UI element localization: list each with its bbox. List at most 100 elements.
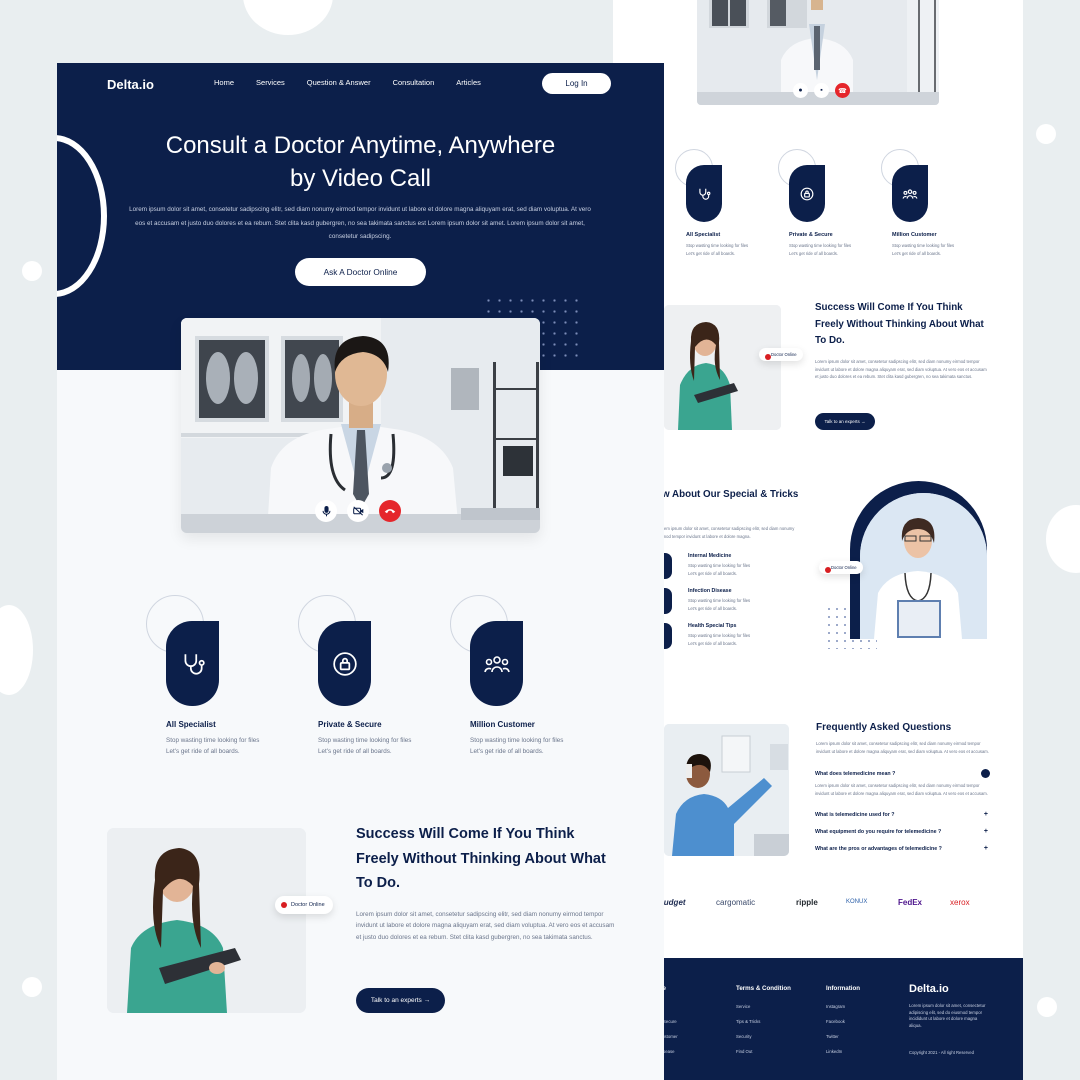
decor-ring [57,135,107,297]
tip-title: Internal Medicine [688,553,732,559]
brand-fedex: FedEx [898,898,923,907]
footer-link[interactable]: Find Out [736,1049,791,1054]
talk-to-experts-button[interactable]: Talk to an experts → [815,413,875,430]
nav-link-qa[interactable]: Question & Answer [307,78,371,87]
success-section: Doctor Online Success Will Come If You T… [57,826,664,1028]
call-controls: ● ▪ ☎ [793,83,850,98]
talk-to-experts-button[interactable]: Talk to an experts → [356,988,445,1013]
feature-title: Million Customer [892,232,937,238]
nurse-photo [107,828,306,1013]
footer-col-information: Information Instagram Facebook Twitter L… [826,985,861,1054]
features-row: All Specialist Stop wasting time looking… [57,595,664,758]
section-title: Know About Our Special & Tricks [643,489,799,500]
bg-circle [243,0,333,35]
stethoscope-icon [166,621,219,706]
section-title: Success Will Come If You Think Freely Wi… [356,826,606,891]
feature-desc: Stop wasting time looking for files Let's… [789,243,852,256]
phone-end-icon[interactable] [379,500,401,522]
footer-col-terms: Terms & Condition Service Tips & Tricks … [736,985,791,1054]
faq-question[interactable]: What are the pros or advantages of telem… [815,845,988,852]
partner-logos: Budget cargomatic ripple KONUX FedEx xer… [658,898,998,914]
logo[interactable]: Delta.io [107,77,154,92]
bg-circle [1037,997,1057,1017]
faq-question-open[interactable]: What does telemedicine mean ? [815,769,990,778]
nurse-photo [664,305,781,430]
faq-answer: Lorem ipsum dolor sit amet, consetetur s… [815,783,988,796]
camera-off-icon[interactable] [347,500,369,522]
section-body: Lorem ipsum dolor sit amet, consetetur s… [815,359,987,379]
status-badge: Doctor Online [819,561,863,574]
mic-icon[interactable] [315,500,337,522]
bg-circle [22,977,42,997]
footer: ce ist & Secure Customer Disease Terms &… [659,958,1023,1080]
arrow-right-icon: → [423,997,431,1004]
top-nav: Delta.io Home Services Question & Answer… [57,63,664,103]
video-call-preview: ● ▪ ☎ [697,0,939,105]
hero-title: Consult a Doctor Anytime, Anywhere by Vid… [165,132,556,192]
feature-title: Million Customer [470,720,535,729]
plus-icon[interactable]: + [984,828,988,835]
login-button[interactable]: Log In [542,73,611,94]
call-controls [315,500,401,522]
collapse-toggle-icon[interactable] [981,769,990,778]
stethoscope-icon [686,165,722,222]
page-preview-right: ● ▪ ☎ All Specialist Stop wasting time l… [613,0,1023,1080]
nurse-phone-photo [664,724,789,856]
users-icon [892,165,928,222]
section-body: Lorem ipsum dolor sit amet, consetetur s… [356,911,615,941]
tip-title: Health Special Tips [688,623,737,629]
camera-off-icon[interactable]: ▪ [814,83,829,98]
feature-title: Private & Secure [789,232,833,238]
status-badge: Doctor Online [759,348,803,361]
footer-link[interactable]: LinkedIn [826,1049,860,1054]
footer-link[interactable]: Facebook [826,1019,860,1024]
plus-icon[interactable]: + [984,811,988,818]
bg-circle [1046,505,1080,573]
plus-icon[interactable]: + [984,845,988,852]
feature-desc: Stop wasting time looking for files Let's… [166,737,260,755]
feature-title: All Specialist [166,720,216,729]
feature-title: All Specialist [686,232,721,238]
nav-links: Home Services Question & Answer Consulta… [214,78,503,87]
section-body: Lorem ipsum dolor sit amet, consetetur s… [816,741,989,754]
footer-logo[interactable]: Delta.io [909,983,949,995]
tip-desc: Stop wasting time looking for files Let's… [688,633,751,646]
feature-title: Private & Secure [318,720,382,729]
brand-ripple: ripple [796,898,818,907]
faq-question[interactable]: What equipment do you require for teleme… [815,828,988,835]
brand-cargomatic: cargomatic [716,898,756,907]
bg-circle [22,261,42,281]
phone-end-icon[interactable]: ☎ [835,83,850,98]
lock-icon [789,165,825,222]
faq-question[interactable]: What is telemedicine used for ? + [815,811,988,818]
section-title: Success Will Come If You Think Freely Wi… [815,302,984,347]
footer-link[interactable]: Security [736,1034,791,1039]
feature-desc: Stop wasting time looking for files Let's… [318,737,412,755]
ask-doctor-button[interactable]: Ask A Doctor Online [295,258,426,286]
hero-body: Lorem ipsum dolor sit amet, consetetur s… [129,206,591,240]
brand-konux: KONUX [846,899,868,905]
footer-link[interactable]: Twitter [826,1034,860,1039]
nav-link-services[interactable]: Services [256,78,285,87]
footer-link[interactable]: Tips & Tricks [736,1019,791,1024]
footer-link[interactable]: Instagram [826,1004,860,1009]
nav-link-articles[interactable]: Articles [456,78,481,87]
users-icon [470,621,523,706]
doctor-arch-photo [850,481,987,639]
mic-icon[interactable]: ● [793,83,808,98]
bg-circle [0,605,33,695]
page-preview-main: Delta.io Home Services Question & Answer… [57,63,664,1080]
feature-desc: Stop wasting time looking for files Let's… [892,243,955,256]
nav-link-consultation[interactable]: Consultation [393,78,435,87]
footer-link[interactable]: Service [736,1004,791,1009]
brand-xerox: xerox [950,898,970,907]
feature-desc: Stop wasting time looking for files Let's… [470,737,564,755]
bg-circle [1036,124,1056,144]
feature-desc: Stop wasting time looking for files Let's… [686,243,749,256]
copyright: Copyright 2021 - All right Reserved [909,1050,974,1055]
section-body: Lorem ipsum dolor sit amet, consetetur s… [658,526,795,539]
video-call-window [181,318,540,533]
nav-link-home[interactable]: Home [214,78,234,87]
footer-about: Lorem ipsum dolor sit amet, consectetur … [909,1003,986,1028]
lock-icon [318,621,371,706]
